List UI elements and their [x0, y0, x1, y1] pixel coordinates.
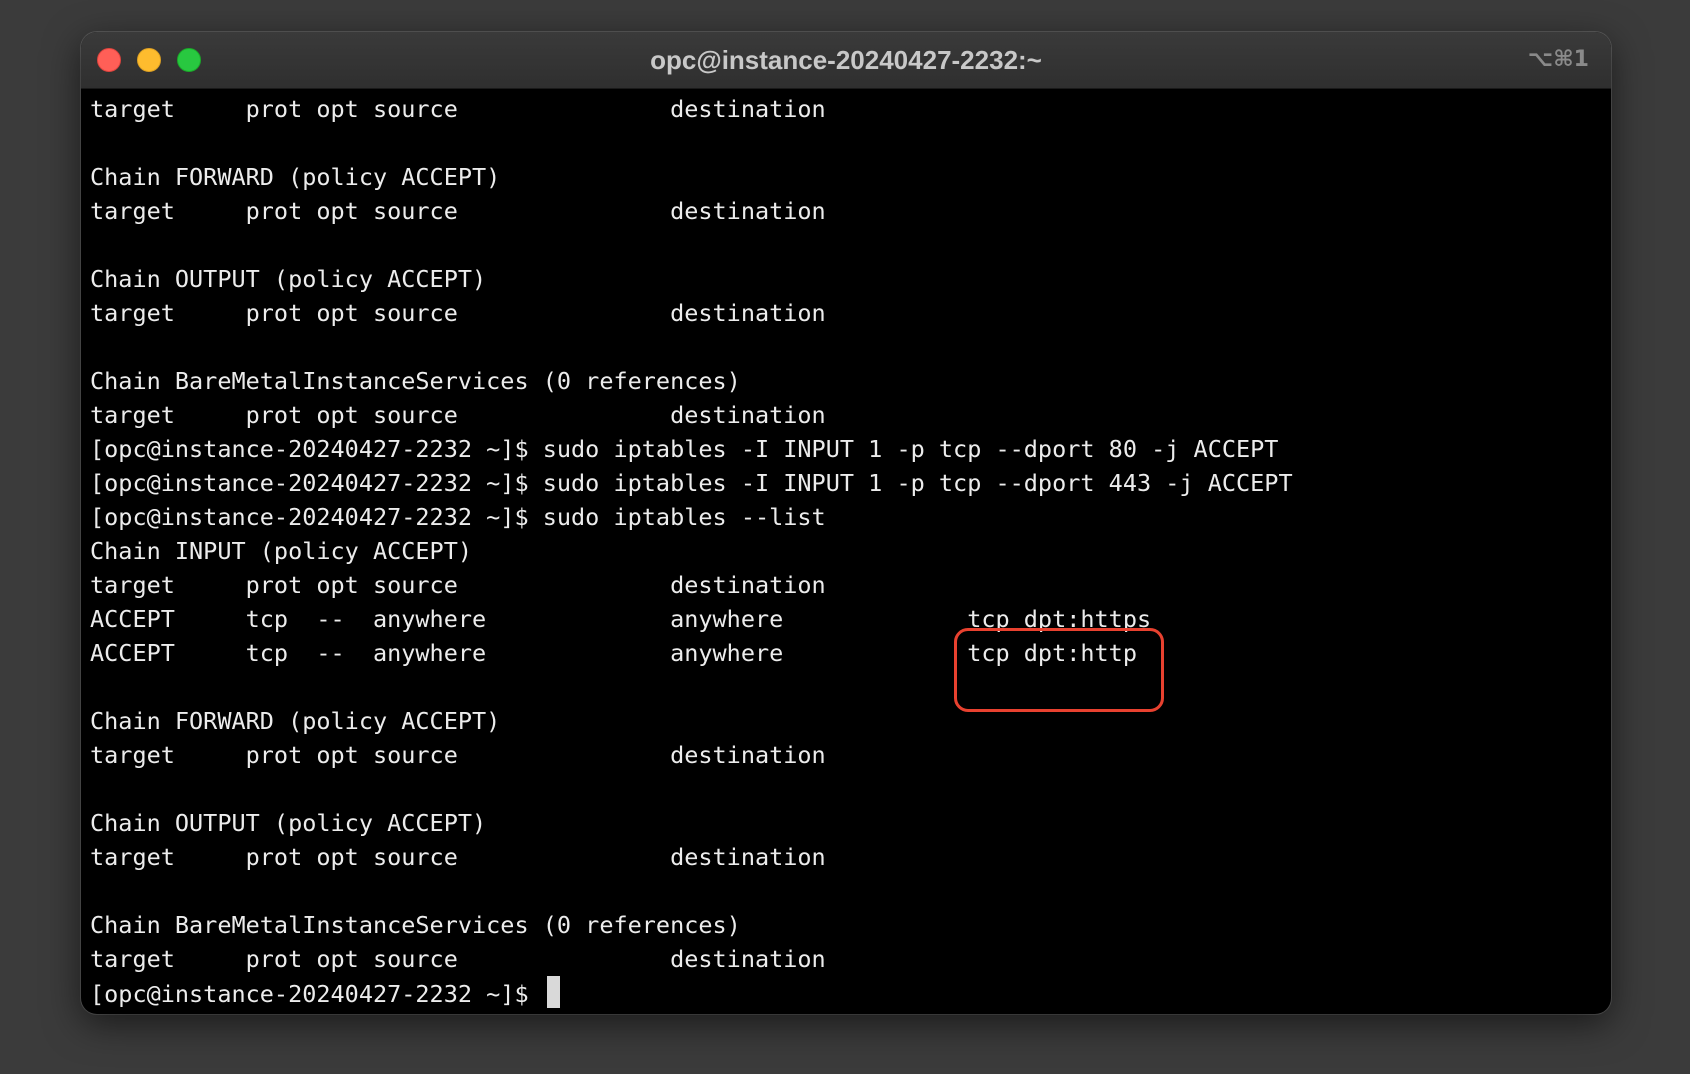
terminal-line: Chain INPUT (policy ACCEPT) — [90, 537, 473, 565]
highlight-annotation — [954, 628, 1164, 712]
terminal-line: target prot opt source destination — [90, 401, 826, 429]
terminal-line: ACCEPT tcp -- anywhere anywhere tcp dpt:… — [90, 605, 1152, 633]
terminal-line: target prot opt source destination — [90, 299, 826, 327]
window-shortcut: ⌥⌘1 — [1527, 47, 1589, 72]
terminal-line: target prot opt source destination — [90, 95, 826, 123]
terminal-line: Chain BareMetalInstanceServices (0 refer… — [90, 911, 741, 939]
text-cursor — [546, 976, 560, 1008]
terminal-line: target prot opt source destination — [90, 945, 826, 973]
terminal-line: Chain OUTPUT (policy ACCEPT) — [90, 265, 487, 293]
terminal-line: Chain OUTPUT (policy ACCEPT) — [90, 809, 487, 837]
terminal-line: [opc@instance-20240427-2232 ~]$ sudo ipt… — [90, 503, 826, 531]
title-bar[interactable]: opc@instance-20240427-2232:~ ⌥⌘1 — [81, 32, 1611, 89]
shell-prompt: [opc@instance-20240427-2232 ~]$ — [90, 980, 543, 1008]
terminal-line: target prot opt source destination — [90, 571, 826, 599]
terminal-window: opc@instance-20240427-2232:~ ⌥⌘1 target … — [81, 32, 1611, 1014]
terminal-line: [opc@instance-20240427-2232 ~]$ sudo ipt… — [90, 469, 1293, 497]
terminal-line: Chain BareMetalInstanceServices (0 refer… — [90, 367, 741, 395]
terminal-line: [opc@instance-20240427-2232 ~]$ sudo ipt… — [90, 435, 1279, 463]
prompt-line[interactable]: [opc@instance-20240427-2232 ~]$ — [90, 976, 1602, 1010]
terminal-line: Chain FORWARD (policy ACCEPT) — [90, 707, 501, 735]
window-title: opc@instance-20240427-2232:~ — [650, 45, 1042, 75]
terminal-line: target prot opt source destination — [90, 197, 826, 225]
terminal-output[interactable]: target prot opt source destination Chain… — [90, 92, 1602, 1014]
terminal-line: target prot opt source destination — [90, 843, 826, 871]
terminal-line: ACCEPT tcp -- anywhere anywhere tcp dpt:… — [90, 639, 1137, 667]
terminal-line: target prot opt source destination — [90, 741, 826, 769]
terminal-line: Chain FORWARD (policy ACCEPT) — [90, 163, 501, 191]
